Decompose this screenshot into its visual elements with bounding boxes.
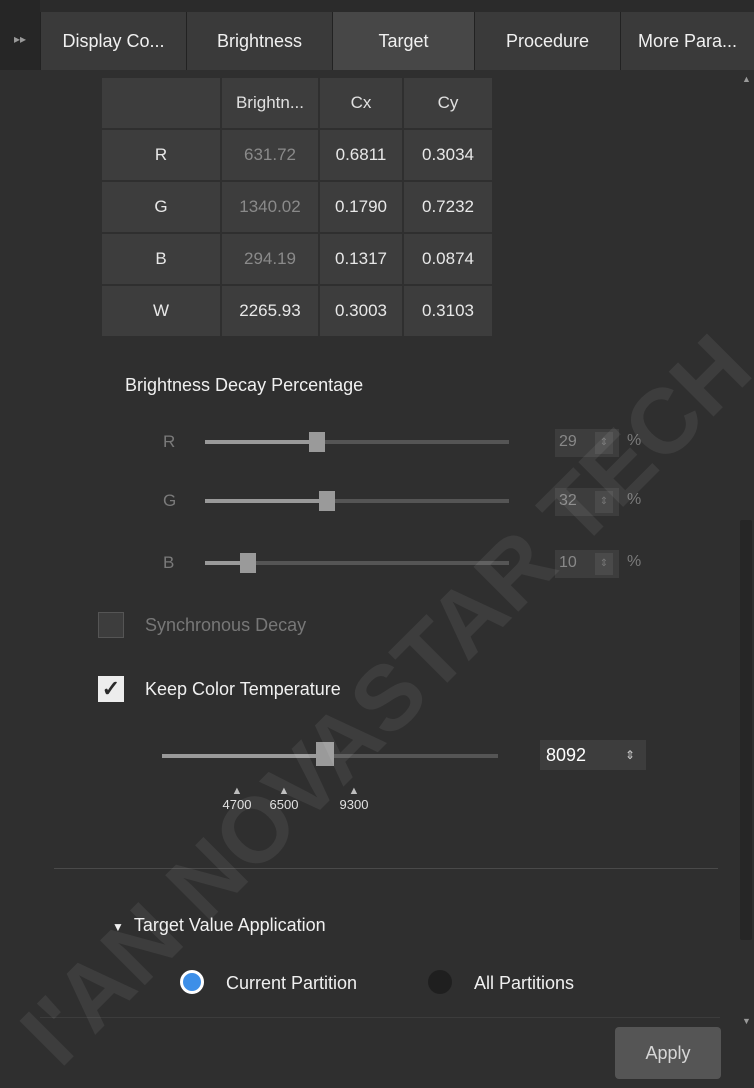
keep-color-temp-checkbox[interactable]: ✓	[98, 676, 124, 702]
decay-spinbox-r[interactable]: 29 ⇕	[555, 429, 619, 457]
decay-spinbox-g[interactable]: 32 ⇕	[555, 488, 619, 516]
cy-cell[interactable]: 0.3103	[404, 286, 492, 336]
channel-label: R	[163, 432, 176, 451]
tab-more-parameters[interactable]: More Para...	[620, 12, 754, 70]
channel-label: G	[163, 491, 177, 510]
spin-arrows-icon[interactable]: ⇕	[595, 491, 613, 513]
scroll-up-icon[interactable]: ▲	[742, 74, 751, 84]
cx-cell[interactable]: 0.3003	[320, 286, 402, 336]
spinbox-value: 29	[559, 433, 577, 450]
decay-slider-g[interactable]	[205, 491, 509, 511]
marker-label: 4700	[222, 797, 252, 812]
slider-fill	[205, 440, 318, 444]
slider-handle[interactable]	[318, 491, 335, 511]
tab-label: Display Co...	[62, 30, 165, 51]
decay-heading: Brightness Decay Percentage	[125, 375, 364, 395]
triangle-down-icon: ▼	[112, 920, 124, 934]
cy-cell[interactable]: 0.3034	[404, 130, 492, 180]
decay-slider-r[interactable]	[205, 432, 509, 452]
slider-handle[interactable]	[309, 432, 326, 452]
table-header-cell: Brightn...	[222, 78, 318, 128]
color-temp-marker: ▲ 9300	[334, 785, 374, 813]
table-row: W 2265.93 0.3003 0.3103	[102, 286, 492, 336]
color-temp-spinbox[interactable]: 8092 ⇕	[540, 740, 646, 770]
checkmark-icon: ✓	[101, 676, 121, 701]
apply-button[interactable]: Apply	[615, 1027, 721, 1079]
marker-triangle-icon: ▲	[348, 785, 360, 797]
current-partition-radio[interactable]	[180, 970, 204, 994]
tab-bar: ▸▸ Display Co... Brightness Target Proce…	[0, 0, 754, 70]
slider-handle[interactable]	[239, 553, 256, 573]
decay-row-r: R 29 ⇕ %	[0, 427, 738, 457]
spin-arrows-icon[interactable]: ⇕	[595, 432, 613, 454]
cx-cell[interactable]: 0.1317	[320, 234, 402, 284]
percent-unit: %	[627, 491, 642, 508]
marker-triangle-icon: ▲	[278, 785, 290, 797]
cx-cell[interactable]: 0.6811	[320, 130, 402, 180]
table-header-row: Brightn... Cx Cy	[102, 78, 492, 128]
tab-target[interactable]: Target	[332, 12, 474, 70]
color-temp-slider-handle[interactable]	[316, 742, 334, 766]
marker-triangle-icon: ▲	[231, 785, 243, 797]
decay-row-b: B 10 ⇕ %	[0, 548, 738, 578]
slider-fill	[205, 499, 327, 503]
decay-row-g: G 32 ⇕ %	[0, 486, 738, 516]
spin-arrows-icon[interactable]: ⇕	[620, 744, 640, 766]
tab-brightness[interactable]: Brightness	[186, 12, 332, 70]
tab-label: More Para...	[637, 30, 738, 51]
scrollbar-thumb[interactable]	[740, 520, 752, 940]
color-temp-marker: ▲ 4700	[217, 785, 257, 813]
scroll-down-icon[interactable]: ▼	[742, 1016, 751, 1026]
row-label: G	[102, 182, 220, 232]
spinbox-value: 32	[559, 492, 577, 509]
row-label: R	[102, 130, 220, 180]
cx-cell[interactable]: 0.1790	[320, 182, 402, 232]
table-row: R 631.72 0.6811 0.3034	[102, 130, 492, 180]
tab-procedure[interactable]: Procedure	[474, 12, 620, 70]
brightness-cell: 631.72	[222, 130, 318, 180]
double-chevron-right-icon[interactable]: ▸▸	[0, 0, 40, 70]
tab-display-control[interactable]: Display Co...	[40, 12, 186, 70]
row-label: W	[102, 286, 220, 336]
table-header-cell: Cy	[404, 78, 492, 128]
apply-label: Apply	[645, 1042, 691, 1063]
table-row: B 294.19 0.1317 0.0874	[102, 234, 492, 284]
slider-fill	[162, 754, 324, 758]
section-title: Target Value Application	[133, 915, 326, 935]
keep-color-temp-label: Keep Color Temperature	[145, 679, 341, 699]
tab-label: Procedure	[505, 30, 590, 51]
decay-slider-b[interactable]	[205, 553, 509, 573]
color-temp-marker: ▲ 6500	[264, 785, 304, 813]
all-partitions-radio[interactable]	[428, 970, 452, 994]
target-table: Brightn... Cx Cy R 631.72 0.6811 0.3034 …	[100, 76, 494, 338]
spinbox-value: 8092	[546, 745, 587, 765]
table-header-cell	[102, 78, 220, 128]
brightness-cell: 1340.02	[222, 182, 318, 232]
tab-label: Target	[378, 30, 429, 51]
all-partitions-label[interactable]: All Partitions	[474, 973, 574, 994]
cy-cell[interactable]: 0.0874	[404, 234, 492, 284]
marker-label: 6500	[269, 797, 299, 812]
sync-decay-label: Synchronous Decay	[145, 615, 307, 635]
footer-divider	[40, 1017, 720, 1018]
spin-arrows-icon[interactable]: ⇕	[595, 553, 613, 575]
target-value-section-toggle[interactable]: ▼ Target Value Application	[112, 915, 326, 936]
table-header-cell: Cx	[320, 78, 402, 128]
row-label: B	[102, 234, 220, 284]
spinbox-value: 10	[559, 554, 577, 571]
brightness-cell: 294.19	[222, 234, 318, 284]
sync-decay-checkbox[interactable]	[98, 612, 124, 638]
tab-label: Brightness	[216, 30, 303, 51]
brightness-cell[interactable]: 2265.93	[222, 286, 318, 336]
channel-label: B	[163, 553, 175, 572]
cy-cell[interactable]: 0.7232	[404, 182, 492, 232]
current-partition-label[interactable]: Current Partition	[226, 973, 357, 994]
percent-unit: %	[627, 553, 642, 570]
decay-spinbox-b[interactable]: 10 ⇕	[555, 550, 619, 578]
table-row: G 1340.02 0.1790 0.7232	[102, 182, 492, 232]
percent-unit: %	[627, 432, 642, 449]
section-divider	[54, 868, 718, 869]
vertical-scrollbar[interactable]: ▲ ▼	[738, 70, 754, 1030]
marker-label: 9300	[339, 797, 369, 812]
